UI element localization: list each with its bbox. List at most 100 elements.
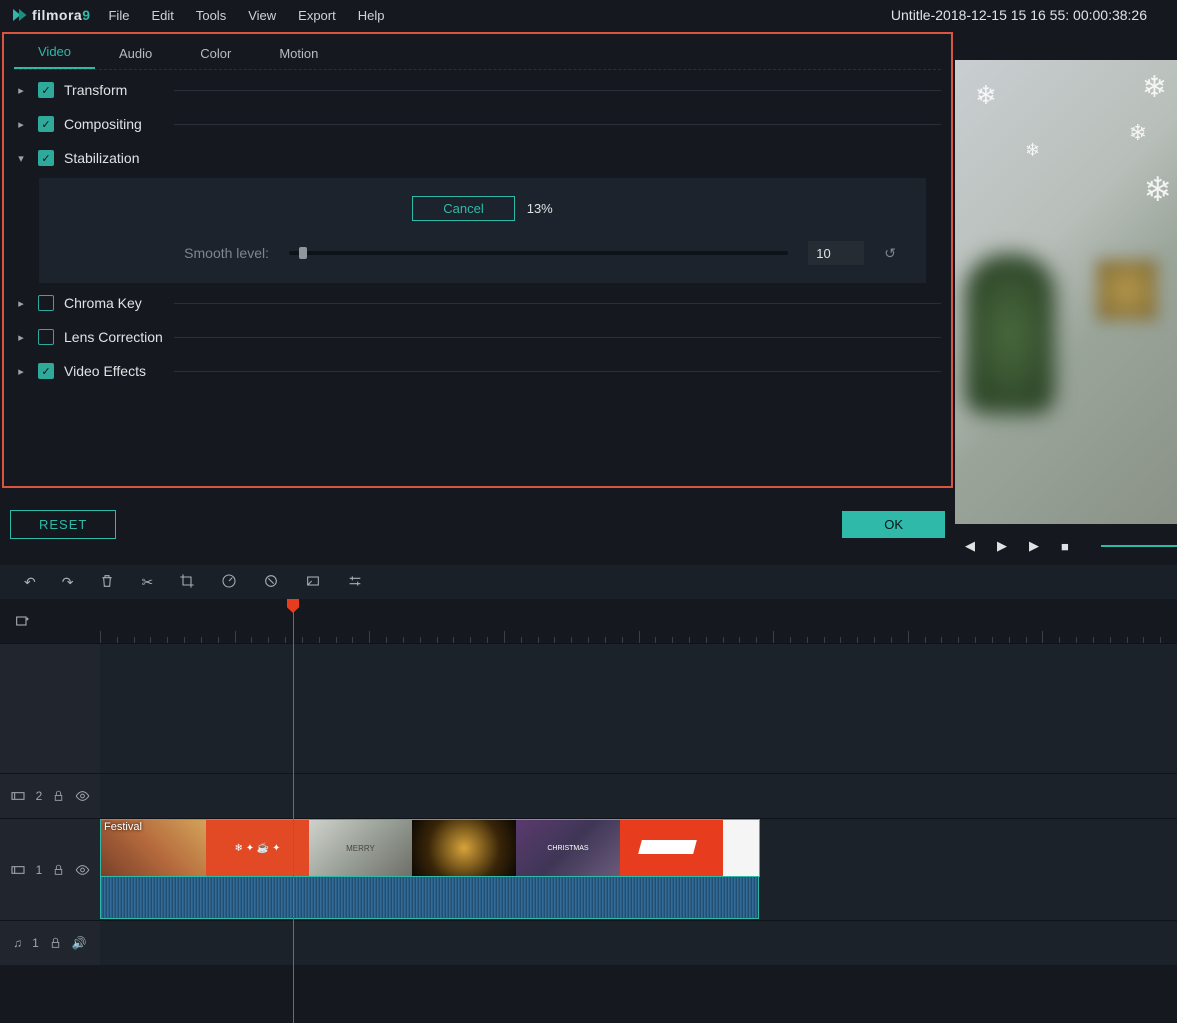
track-body-v1[interactable]: Festival: [100, 819, 1177, 920]
section-video-effects[interactable]: ▸ ✓ Video Effects: [14, 357, 941, 385]
redo-icon[interactable]: ↷: [62, 574, 74, 591]
chroma-key-label: Chroma Key: [64, 295, 142, 311]
snowflake-icon: ❄: [1129, 120, 1147, 146]
speaker-icon[interactable]: 🔊: [72, 936, 87, 950]
delete-icon[interactable]: [99, 573, 115, 592]
timeline-toolbar: ↶ ↷ ✂: [0, 565, 1177, 599]
audio-waveform[interactable]: [100, 877, 759, 919]
tab-video[interactable]: Video: [14, 36, 95, 69]
menu-view[interactable]: View: [248, 8, 276, 23]
time-ruler[interactable]: 00:00:00:00 00:00:08:10 00:00:16:20 00:0…: [0, 599, 1177, 643]
menu-export[interactable]: Export: [298, 8, 336, 23]
checkbox-compositing[interactable]: ✓: [38, 116, 54, 132]
green-screen-icon[interactable]: [305, 573, 321, 592]
slider-thumb[interactable]: [299, 247, 307, 259]
section-lens-correction[interactable]: ▸ Lens Correction: [14, 323, 941, 351]
stop-button[interactable]: ■: [1061, 539, 1069, 554]
lock-icon[interactable]: [52, 788, 65, 804]
menu-help[interactable]: Help: [358, 8, 385, 23]
track-head-a1[interactable]: ♫ 1 🔊: [0, 921, 100, 965]
next-frame-button[interactable]: ▶: [997, 538, 1007, 554]
track-body-empty[interactable]: [100, 644, 1177, 773]
split-icon[interactable]: ✂: [141, 574, 153, 591]
project-title: Untitle-2018-12-15 15 16 55: 00:00:38:26: [891, 7, 1167, 23]
add-marker-icon[interactable]: [14, 613, 30, 632]
eye-icon[interactable]: [75, 862, 90, 878]
chevron-right-icon[interactable]: ▸: [14, 118, 28, 131]
checkbox-video-effects[interactable]: ✓: [38, 363, 54, 379]
cancel-button[interactable]: Cancel: [412, 196, 514, 221]
property-tabs: Video Audio Color Motion: [14, 38, 941, 70]
video-track-icon: [10, 862, 26, 878]
checkbox-chroma-key[interactable]: [38, 295, 54, 311]
chevron-right-icon[interactable]: ▸: [14, 331, 28, 344]
checkbox-transform[interactable]: ✓: [38, 82, 54, 98]
app-name: filmora9: [32, 7, 90, 23]
track-video-1: 1 Festival: [0, 818, 1177, 920]
clip-thumb[interactable]: [620, 820, 723, 876]
ok-button[interactable]: OK: [842, 511, 945, 538]
snowflake-icon: ❄: [975, 80, 997, 111]
chevron-right-icon[interactable]: ▸: [14, 365, 28, 378]
eye-icon[interactable]: [75, 788, 90, 804]
adjust-icon[interactable]: [347, 573, 363, 592]
preview-video-frame: ❄ ❄ ❄ ❄ ❄: [955, 60, 1177, 524]
volume-slider[interactable]: [1101, 545, 1177, 547]
track-head-v1[interactable]: 1: [0, 819, 100, 920]
tab-color[interactable]: Color: [176, 38, 255, 69]
crop-icon[interactable]: [179, 573, 195, 592]
section-chroma-key[interactable]: ▸ Chroma Key: [14, 289, 941, 317]
stabilization-progress: 13%: [527, 201, 553, 216]
smooth-level-value[interactable]: 10: [808, 241, 864, 265]
filmora-logo-icon: [10, 6, 28, 24]
audio-track-icon: ♫: [13, 936, 22, 950]
section-stabilization[interactable]: ▾ ✓ Stabilization: [14, 144, 941, 172]
video-effects-label: Video Effects: [64, 363, 146, 379]
lock-icon[interactable]: [49, 935, 62, 951]
track-empty: [0, 643, 1177, 773]
smooth-level-slider[interactable]: [289, 251, 788, 255]
chevron-down-icon[interactable]: ▾: [14, 152, 28, 165]
track-body-a1[interactable]: [100, 921, 1177, 965]
reset-button[interactable]: RESET: [10, 510, 116, 539]
tab-motion[interactable]: Motion: [255, 38, 342, 69]
clip-thumb[interactable]: [723, 820, 759, 876]
reset-icon[interactable]: ↺: [884, 245, 896, 262]
main-menu: File Edit Tools View Export Help: [108, 8, 384, 23]
play-button[interactable]: ▶: [1029, 538, 1039, 554]
section-transform[interactable]: ▸ ✓ Transform: [14, 76, 941, 104]
track-body-v2[interactable]: [100, 774, 1177, 818]
lock-icon[interactable]: [52, 862, 65, 878]
clip-thumb[interactable]: [412, 820, 516, 876]
video-track-icon: [10, 788, 26, 804]
video-clip[interactable]: [100, 819, 760, 877]
transform-label: Transform: [64, 82, 127, 98]
clip-thumb[interactable]: [516, 820, 620, 876]
track-head-v2[interactable]: 2: [0, 774, 100, 818]
stabilization-body: Cancel 13% Smooth level: 10 ↺: [39, 178, 926, 283]
undo-icon[interactable]: ↶: [24, 574, 36, 591]
panel-buttons: RESET OK: [2, 488, 953, 539]
top-menu-bar: filmora9 File Edit Tools View Export Hel…: [0, 0, 1177, 30]
tab-audio[interactable]: Audio: [95, 38, 176, 69]
checkbox-stabilization[interactable]: ✓: [38, 150, 54, 166]
track-number: 1: [32, 936, 39, 950]
menu-tools[interactable]: Tools: [196, 8, 226, 23]
track-number: 2: [36, 789, 43, 803]
chevron-right-icon[interactable]: ▸: [14, 84, 28, 97]
preview-pane: ❄ ❄ ❄ ❄ ❄ ◀ ▶ ▶ ■: [955, 30, 1177, 565]
chevron-right-icon[interactable]: ▸: [14, 297, 28, 310]
track-number: 1: [36, 863, 43, 877]
menu-edit[interactable]: Edit: [151, 8, 173, 23]
smooth-level-label: Smooth level:: [69, 245, 269, 261]
menu-file[interactable]: File: [108, 8, 129, 23]
prev-frame-button[interactable]: ◀: [965, 538, 975, 554]
checkbox-lens-correction[interactable]: [38, 329, 54, 345]
track-head-empty: [0, 644, 100, 773]
color-icon[interactable]: [263, 573, 279, 592]
speed-icon[interactable]: [221, 573, 237, 592]
clip-thumb[interactable]: [309, 820, 412, 876]
section-compositing[interactable]: ▸ ✓ Compositing: [14, 110, 941, 138]
playhead[interactable]: [293, 599, 294, 1023]
playhead-handle[interactable]: [287, 599, 299, 613]
